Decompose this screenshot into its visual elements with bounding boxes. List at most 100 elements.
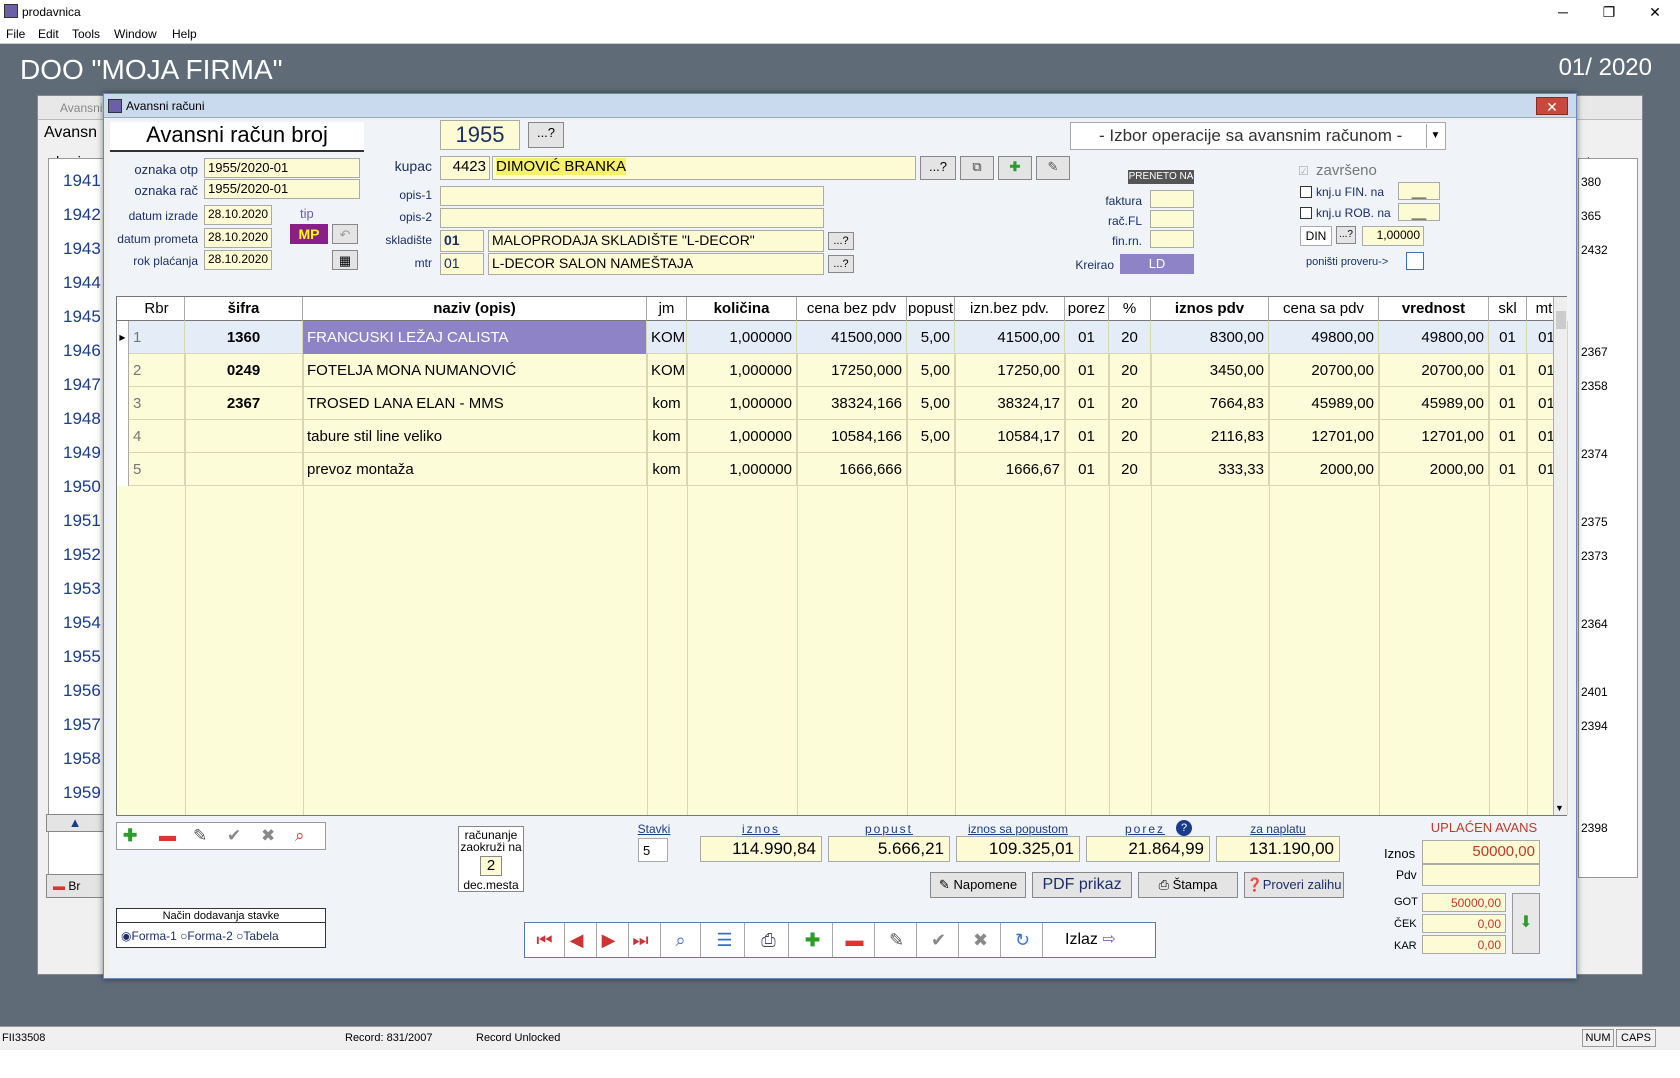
table-cell[interactable]: 20700,00: [1269, 354, 1379, 387]
last-record-icon[interactable]: ⏭: [621, 923, 661, 957]
help-icon[interactable]: ?: [1176, 820, 1192, 836]
edit-row-icon[interactable]: ✎: [193, 826, 207, 846]
background-list-number[interactable]: 1946: [63, 341, 101, 361]
table-cell[interactable]: 41500,000: [797, 321, 907, 354]
table-row[interactable]: 2 0249 FOTELJA MONA NUMANOVIĆ KOM 1,000000 17…: [117, 354, 1567, 387]
table-cell[interactable]: 333,33: [1151, 453, 1269, 486]
currency-lookup-button[interactable]: ...?: [1336, 226, 1356, 244]
table-cell[interactable]: 12701,00: [1379, 420, 1489, 453]
background-list-number[interactable]: 1956: [63, 681, 101, 701]
table-cell[interactable]: 5,00: [907, 321, 955, 354]
table-cell[interactable]: 1,000000: [687, 453, 797, 486]
table-cell[interactable]: 01: [1489, 420, 1527, 453]
table-row[interactable]: 4 tabure stil line veliko kom 1,000000 10584…: [117, 420, 1567, 453]
background-list-number[interactable]: 1942: [63, 205, 101, 225]
table-cell[interactable]: 49800,00: [1379, 321, 1489, 354]
table-cell[interactable]: 2000,00: [1269, 453, 1379, 486]
remove-row-icon[interactable]: ▬: [159, 826, 176, 846]
table-cell[interactable]: 5,00: [907, 420, 955, 453]
proveri-button[interactable]: ❓Proveri zalihu: [1244, 872, 1344, 898]
table-cell[interactable]: 1,000000: [687, 354, 797, 387]
decimals-field[interactable]: 2: [480, 856, 502, 876]
table-cell[interactable]: 5,00: [907, 354, 955, 387]
table-cell[interactable]: TROSED LANA ELAN - MMS: [303, 387, 647, 420]
table-cell[interactable]: 01: [1065, 354, 1109, 387]
table-cell[interactable]: 1666,67: [955, 453, 1065, 486]
table-cell[interactable]: 20: [1109, 420, 1151, 453]
table-row[interactable]: ▶ 1 1360 FRANCUSKI LEŽAJ CALISTA KOM 1,000000…: [117, 321, 1567, 354]
background-list-number[interactable]: 1948: [63, 409, 101, 429]
skladiste-code-field[interactable]: 01: [440, 230, 484, 252]
menu-edit[interactable]: Edit: [38, 27, 59, 41]
avans-iznos-field[interactable]: 50000,00: [1422, 840, 1540, 864]
table-cell[interactable]: 20: [1109, 321, 1151, 354]
table-cell[interactable]: 45989,00: [1269, 387, 1379, 420]
menu-tools[interactable]: Tools: [72, 27, 100, 41]
kupac-code-field[interactable]: 4423: [440, 156, 490, 180]
table-cell[interactable]: 01: [1489, 453, 1527, 486]
background-list-number[interactable]: 1957: [63, 715, 101, 735]
table-cell[interactable]: prevoz montaža: [303, 453, 647, 486]
table-cell[interactable]: KOM: [647, 321, 687, 354]
skladiste-lookup-button[interactable]: ...?: [828, 232, 854, 250]
table-cell[interactable]: 1666,666: [797, 453, 907, 486]
table-cell[interactable]: 1,000000: [687, 387, 797, 420]
cek-field[interactable]: 0,00: [1422, 914, 1506, 933]
table-cell[interactable]: 01: [1489, 387, 1527, 420]
table-cell[interactable]: 1: [129, 321, 185, 354]
table-cell[interactable]: 3450,00: [1151, 354, 1269, 387]
grid-header-cell[interactable]: naziv (opis): [303, 297, 647, 321]
table-cell[interactable]: 17250,00: [955, 354, 1065, 387]
grid-header-cell[interactable]: izn.bez pdv.: [955, 297, 1065, 321]
ponisti-checkbox[interactable]: [1406, 252, 1424, 270]
oznaka-otp-field[interactable]: 1955/2020-01: [204, 158, 360, 178]
table-cell[interactable]: 17250,000: [797, 354, 907, 387]
izlaz-button[interactable]: Izlaz ⇨: [1045, 923, 1155, 957]
table-cell[interactable]: 49800,00: [1269, 321, 1379, 354]
mtr-name-field[interactable]: L-DECOR SALON NAMEŠTAJA: [488, 253, 824, 275]
zoom-icon[interactable]: ⌕: [661, 923, 701, 957]
grid-header-cell[interactable]: količina: [687, 297, 797, 321]
got-field[interactable]: 50000,00: [1422, 893, 1506, 912]
undo-icon[interactable]: ↶: [332, 224, 358, 244]
grid-header-cell[interactable]: Rbr: [129, 297, 185, 321]
dialog-close-button[interactable]: ✕: [1536, 97, 1568, 115]
table-cell[interactable]: kom: [647, 453, 687, 486]
kupac-lookup-button[interactable]: ...?: [920, 156, 956, 180]
grid-header-cell[interactable]: iznos pdv: [1151, 297, 1269, 321]
table-cell[interactable]: 1,000000: [687, 321, 797, 354]
edit-kupac-icon[interactable]: ✎: [1036, 156, 1070, 180]
delete-record-icon[interactable]: ▬: [835, 923, 875, 957]
rok-placanja-field[interactable]: 28.10.2020: [204, 250, 272, 270]
background-list-number[interactable]: 1944: [63, 273, 101, 293]
grid-header-cell[interactable]: vrednost: [1379, 297, 1489, 321]
table-cell[interactable]: 38324,166: [797, 387, 907, 420]
search-icon[interactable]: ⌕: [295, 826, 305, 846]
close-button[interactable]: ✕: [1632, 2, 1678, 22]
menu-window[interactable]: Window: [114, 27, 157, 41]
stampa-button[interactable]: ⎙ Štampa: [1138, 872, 1238, 898]
knj-rob-field[interactable]: __: [1398, 203, 1440, 221]
rate-field[interactable]: 1,00000: [1362, 226, 1424, 246]
print-icon[interactable]: ⎙: [749, 923, 789, 957]
table-cell[interactable]: 12701,00: [1269, 420, 1379, 453]
racfl-field[interactable]: [1150, 210, 1194, 228]
table-cell[interactable]: [907, 453, 955, 486]
scroll-up-button[interactable]: ▲: [46, 814, 104, 832]
grid-header-cell[interactable]: cena bez pdv: [797, 297, 907, 321]
table-cell[interactable]: 01: [1065, 453, 1109, 486]
menu-file[interactable]: File: [6, 27, 25, 41]
grid-scroll-thumb[interactable]: [1556, 311, 1566, 329]
background-list-number[interactable]: 1953: [63, 579, 101, 599]
background-list-number[interactable]: 1945: [63, 307, 101, 327]
table-cell[interactable]: 41500,00: [955, 321, 1065, 354]
grid-header-cell[interactable]: skl: [1489, 297, 1527, 321]
background-list-number[interactable]: 1954: [63, 613, 101, 633]
table-cell[interactable]: [185, 420, 303, 453]
background-list-number[interactable]: 1950: [63, 477, 101, 497]
background-list-number[interactable]: 1958: [63, 749, 101, 769]
table-cell[interactable]: 45989,00: [1379, 387, 1489, 420]
cancel-row-icon[interactable]: ✖: [261, 826, 275, 846]
number-lookup-button[interactable]: ...?: [528, 122, 564, 148]
table-cell[interactable]: 5: [129, 453, 185, 486]
